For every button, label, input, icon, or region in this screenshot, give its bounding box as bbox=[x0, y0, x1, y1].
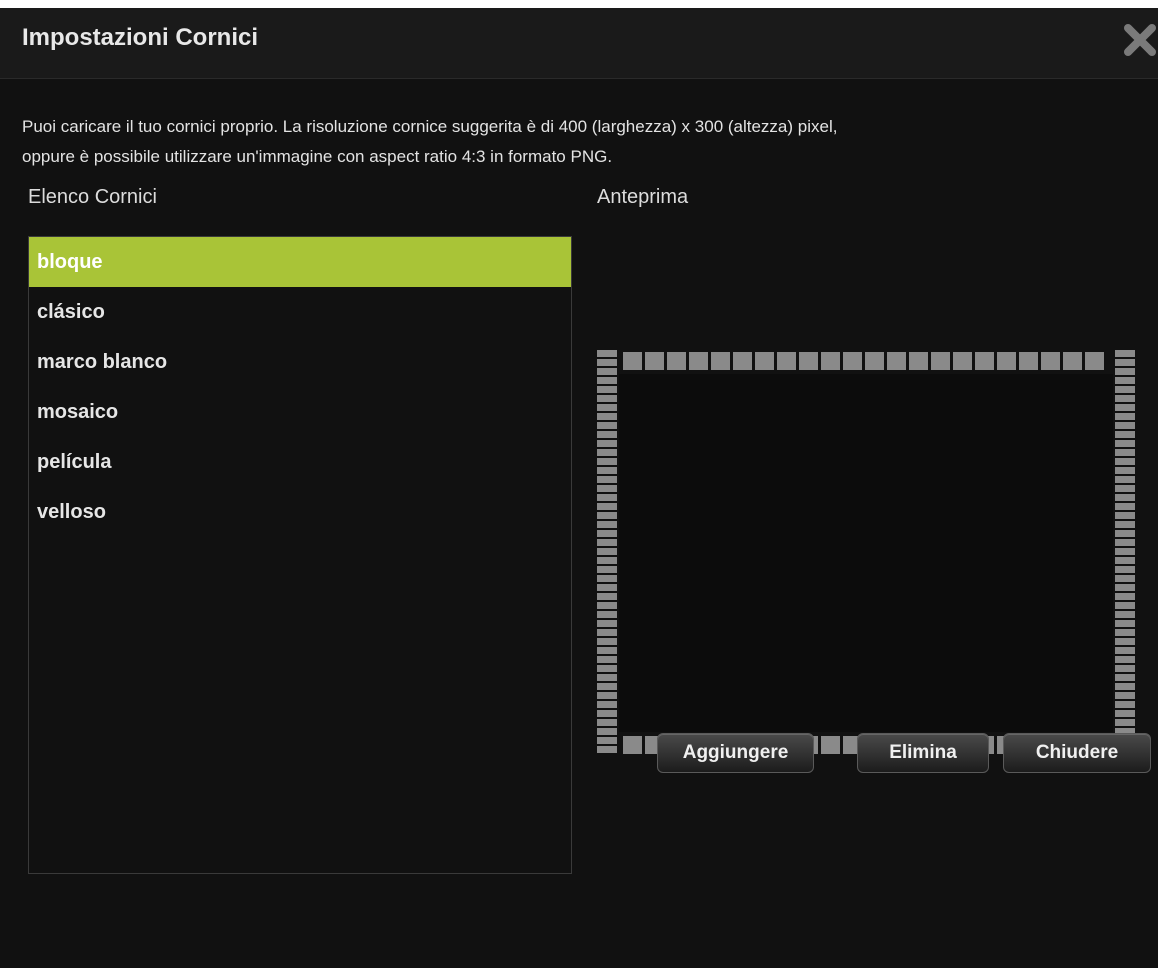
close-button[interactable]: Chiudere bbox=[1003, 733, 1151, 773]
list-item-pelicula[interactable]: película bbox=[29, 437, 571, 487]
list-item-marco-blanco[interactable]: marco blanco bbox=[29, 337, 571, 387]
description-line-2: oppure è possibile utilizzare un'immagin… bbox=[22, 147, 613, 166]
list-item-mosaico[interactable]: mosaico bbox=[29, 387, 571, 437]
preview-heading: Anteprima bbox=[597, 186, 689, 208]
delete-button[interactable]: Elimina bbox=[857, 733, 989, 773]
frame-preview bbox=[593, 348, 1139, 758]
frame-list-heading: Elenco Cornici bbox=[28, 186, 157, 208]
list-item-clasico[interactable]: clásico bbox=[29, 287, 571, 337]
frame-settings-dialog: Impostazioni Cornici Puoi caricare il tu… bbox=[0, 8, 1158, 968]
description-text: Puoi caricare il tuo cornici proprio. La… bbox=[22, 112, 1132, 172]
frame-list[interactable]: bloque clásico marco blanco mosaico pelí… bbox=[28, 236, 572, 874]
list-item-bloque[interactable]: bloque bbox=[29, 237, 571, 287]
dialog-title: Impostazioni Cornici bbox=[22, 24, 259, 51]
frame-preview-image bbox=[593, 348, 1139, 758]
list-item-velloso[interactable]: velloso bbox=[29, 487, 571, 537]
dialog-titlebar: Impostazioni Cornici bbox=[0, 8, 1158, 79]
add-button[interactable]: Aggiungere bbox=[657, 733, 814, 773]
close-icon[interactable] bbox=[1122, 20, 1158, 60]
description-line-1: Puoi caricare il tuo cornici proprio. La… bbox=[22, 117, 838, 136]
